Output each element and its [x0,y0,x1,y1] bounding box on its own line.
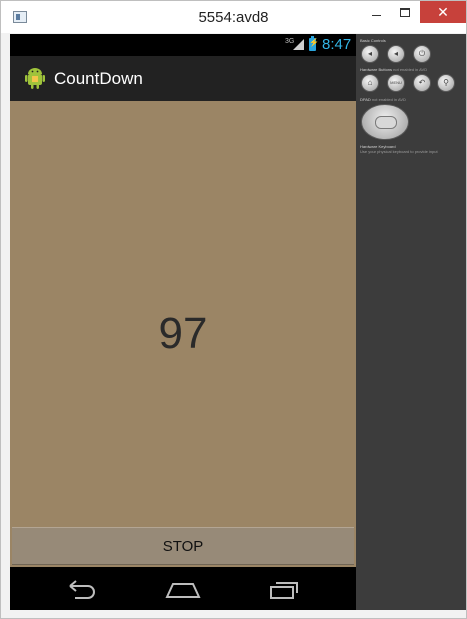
menu-hw-button[interactable]: MENU [387,74,405,92]
close-button[interactable]: ✕ [420,1,466,23]
back-icon [69,580,95,599]
hardware-keyboard-note: Use your physical keyboard to provide in… [360,149,438,154]
device-screen: 3G 8:47 CountDown 97 STOP [10,34,356,610]
search-icon: ⚲ [443,78,449,87]
hardware-buttons-title: Hardware Buttons [360,67,393,72]
recent-apps-icon [270,582,298,599]
action-bar: CountDown [10,56,356,101]
maximize-icon [400,8,410,18]
maximize-button[interactable] [392,1,418,23]
back-icon: ↶ [418,78,426,87]
power-icon: ⏻ [418,49,426,58]
hardware-buttons-note: not enabled in AVD [393,67,428,72]
window-titlebar[interactable]: 5554:avd8 ✕ [1,1,466,33]
hardware-buttons-label: Hardware Buttons not enabled in AVD [360,67,427,72]
home-button[interactable] [163,577,203,601]
back-hw-button[interactable]: ↶ [413,74,431,92]
signal-icon [293,39,304,50]
android-logo-icon [25,68,45,89]
home-icon: ⌂ [367,78,373,87]
minimize-icon [371,15,381,17]
status-clock: 8:47 [322,36,352,53]
navigation-bar [10,567,356,610]
search-hw-button[interactable]: ⚲ [437,74,455,92]
power-button[interactable]: ⏻ [413,45,431,63]
dpad-note: not enabled in AVD [371,97,406,102]
emulator-window: 5554:avd8 ✕ 3G 8:47 CountDown [0,0,467,619]
status-bar: 3G 8:47 [10,34,356,56]
battery-icon [309,36,319,51]
emulator-control-panel: Basic Controls ◂ ◂ ⏻ Hardware Buttons no… [356,34,466,610]
back-button[interactable] [61,577,101,601]
minimize-button[interactable] [363,1,389,23]
dpad-title: DPAD [360,97,371,102]
basic-controls-label: Basic Controls [360,38,386,43]
app-title: CountDown [54,69,143,88]
dpad-label: DPAD not enabled in AVD [360,97,406,102]
stop-button[interactable]: STOP [12,527,354,565]
volume-down-button[interactable]: ◂ [361,45,379,63]
dpad-control[interactable] [361,104,409,140]
countdown-content: 97 STOP [10,101,356,567]
home-hw-button[interactable]: ⌂ [361,74,379,92]
volume-up-button[interactable]: ◂ [387,45,405,63]
home-icon [165,583,201,598]
recent-apps-button[interactable] [264,577,304,601]
volume-down-icon: ◂ [367,49,372,58]
countdown-value: 97 [158,309,208,358]
volume-up-icon: ◂ [393,49,398,58]
dpad-center-button[interactable] [375,116,397,129]
